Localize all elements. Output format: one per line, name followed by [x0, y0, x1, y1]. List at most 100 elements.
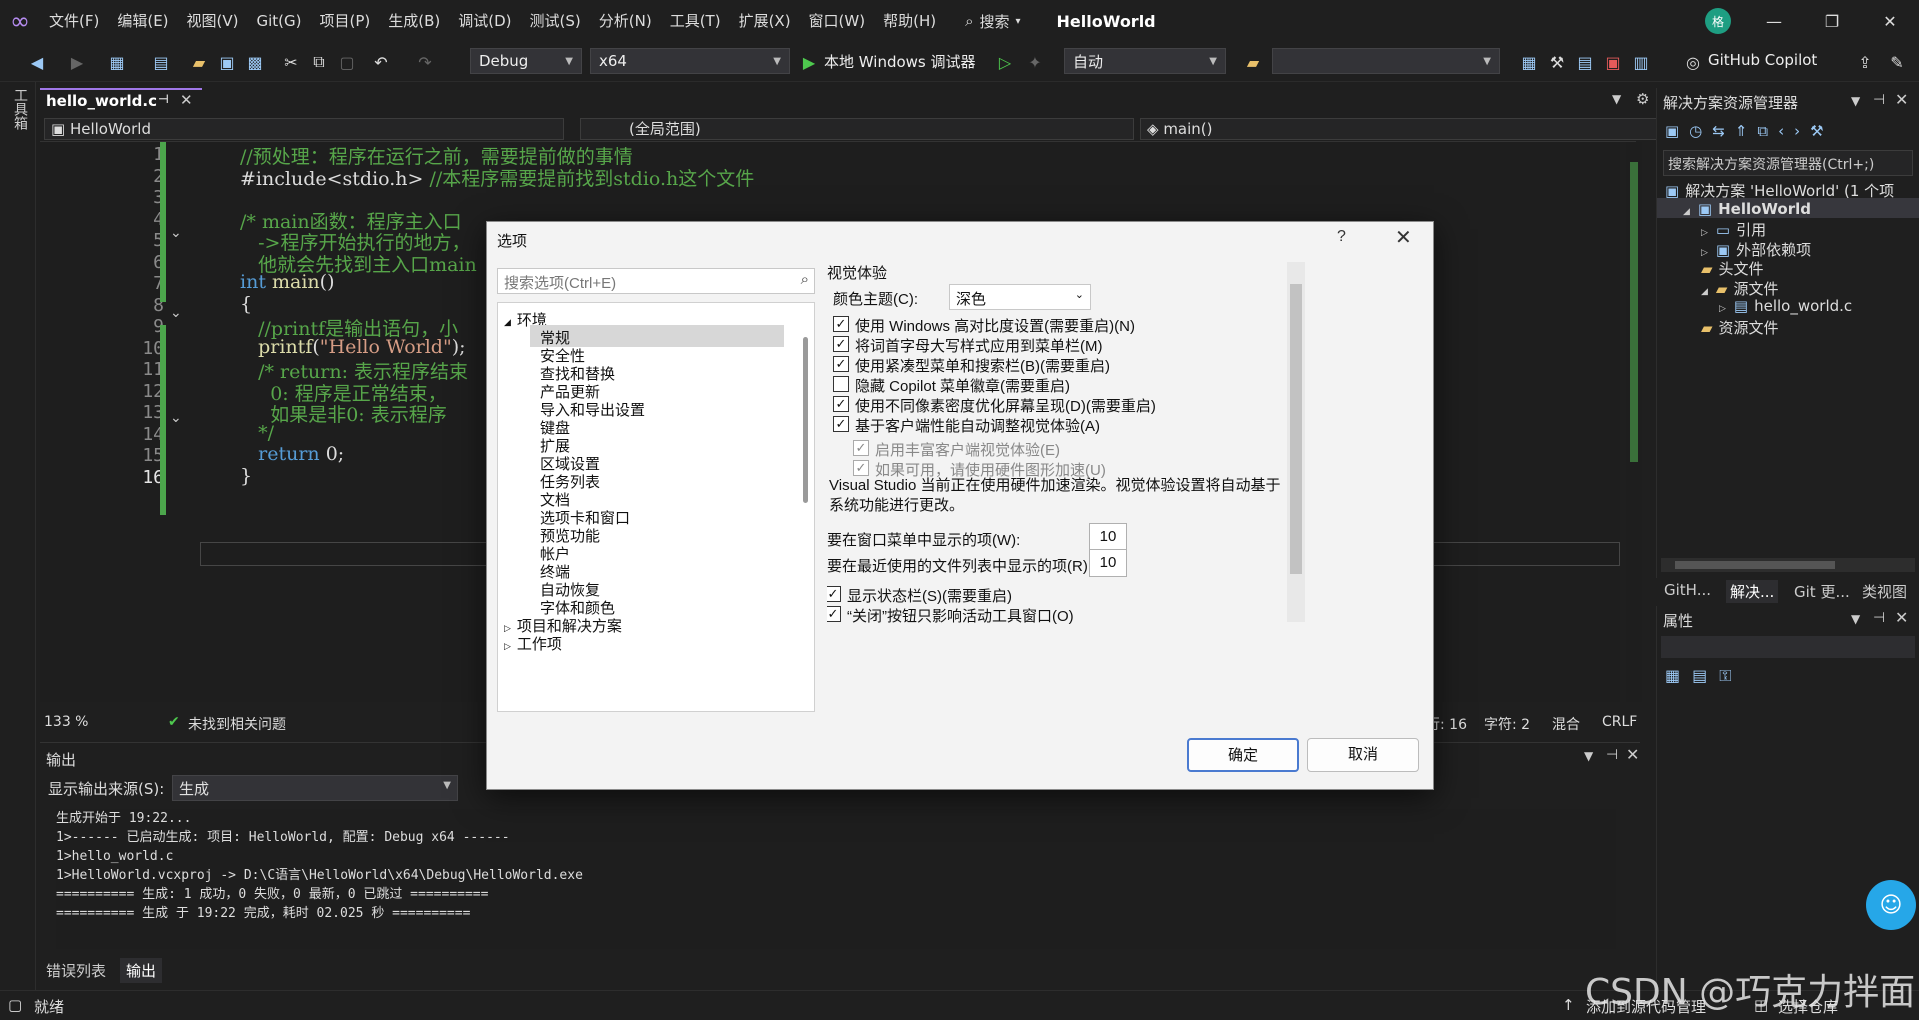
theme-select[interactable]: 深色 ⌄	[949, 284, 1091, 310]
member-dropdown[interactable]: ◈ main()	[1140, 118, 1660, 140]
char-info[interactable]: 字符: 2	[1484, 714, 1530, 734]
zoom-level[interactable]: 133 %	[44, 714, 88, 730]
collapse-icon[interactable]: ⌄	[170, 225, 182, 241]
panel-options-icon[interactable]: ▼	[1851, 94, 1860, 108]
wrench-icon[interactable]: ⚒	[1546, 51, 1568, 73]
tab-error-list[interactable]: 错误列表	[46, 960, 106, 981]
menu-item[interactable]: 调试(D)	[449, 0, 520, 42]
menu-item[interactable]: 帮助(H)	[874, 0, 945, 42]
platform-select[interactable]: x64 ▼	[590, 48, 790, 74]
checkbox[interactable]: ✓	[833, 396, 849, 412]
menu-item[interactable]: 窗口(W)	[800, 0, 875, 42]
expand-caret-icon[interactable]: ▷	[504, 623, 511, 633]
issues-status[interactable]: 未找到相关问题	[188, 714, 286, 734]
expand-caret-icon[interactable]: ▷	[1701, 228, 1708, 238]
menu-item[interactable]: 视图(V)	[178, 0, 248, 42]
scope-dropdown[interactable]: (全局范围)	[580, 118, 1134, 140]
help-button[interactable]: ?	[1337, 228, 1346, 246]
right-panel-tab[interactable]: Git 更...	[1790, 580, 1854, 603]
output-source-select[interactable]: 生成 ▼	[172, 775, 458, 801]
gear-icon[interactable]: ⚙	[1636, 90, 1649, 108]
checkbox[interactable]: ✓	[833, 336, 849, 352]
menu-item[interactable]: 编辑(E)	[108, 0, 177, 42]
checkbox[interactable]	[833, 376, 849, 392]
solution-tree-item[interactable]: ▷ ▤ hello_world.c	[1719, 297, 1852, 315]
expand-caret-icon[interactable]: ◢	[504, 317, 511, 327]
expand-caret-icon[interactable]: ◢	[1701, 287, 1708, 297]
avatar[interactable]: 格	[1705, 8, 1731, 34]
hot-reload-icon[interactable]: ✦	[1024, 51, 1046, 73]
options-tree-item[interactable]: ▷ 工作项	[504, 633, 562, 654]
back-icon[interactable]: ◀	[26, 51, 48, 73]
auto-select[interactable]: 自动 ▼	[1064, 48, 1226, 74]
expand-caret-icon[interactable]: ◢	[1683, 207, 1690, 217]
ok-button[interactable]: 确定	[1187, 738, 1299, 772]
tree-scrollbar[interactable]	[803, 337, 808, 503]
new-project-icon[interactable]: ▦	[106, 51, 128, 73]
tab-list-icon[interactable]: ▼	[1612, 92, 1621, 106]
close-dialog-button[interactable]: ✕	[1395, 225, 1412, 250]
undo-icon[interactable]: ↶	[370, 51, 392, 73]
collapse-icon[interactable]: ⌄	[170, 305, 182, 321]
expand-caret-icon[interactable]: ▷	[504, 641, 511, 651]
window-menu-count-input[interactable]: 10	[1089, 523, 1127, 551]
feedback-icon[interactable]: ✎	[1886, 51, 1908, 73]
solution-tree-item[interactable]: ◢ ▣ HelloWorld	[1683, 200, 1811, 218]
paste-icon[interactable]: ▢	[336, 51, 358, 73]
run-debugger-button[interactable]: 本地 Windows 调试器	[824, 51, 976, 72]
checkbox[interactable]: ✓	[827, 586, 841, 602]
menu-item[interactable]: 生成(B)	[379, 0, 449, 42]
start-debugging-icon[interactable]: ▶	[798, 51, 820, 73]
solution-tree-item[interactable]: ▰ 资源文件	[1701, 317, 1779, 338]
output-text[interactable]: 生成开始于 19:22... 1>------ 已启动生成: 项目: Hello…	[56, 809, 1616, 949]
start-without-debugging-icon[interactable]: ▷	[994, 51, 1016, 73]
whitespace-mode[interactable]: 混合	[1552, 714, 1580, 734]
notification-icon[interactable]: ▢	[8, 996, 22, 1014]
recent-files-count-input[interactable]: 10	[1089, 549, 1127, 577]
copilot-button[interactable]: GitHub Copilot	[1708, 51, 1817, 69]
menu-item[interactable]: 工具(T)	[661, 0, 730, 42]
save-icon[interactable]: ▣	[216, 51, 238, 73]
copy-icon[interactable]: ⧉	[308, 51, 330, 73]
menu-item[interactable]: Git(G)	[248, 0, 311, 42]
close-panel-icon[interactable]: ✕	[1895, 608, 1908, 627]
menu-item[interactable]: 测试(S)	[521, 0, 590, 42]
tab-hello-world-c[interactable]: hello_world.c ⊣ ✕	[40, 88, 202, 114]
cut-icon[interactable]: ✂	[280, 51, 302, 73]
pin-icon[interactable]: ⊣	[1873, 92, 1885, 108]
copilot-icon[interactable]: ◎	[1682, 51, 1704, 73]
cancel-button[interactable]: 取消	[1307, 738, 1419, 772]
collapse-icon[interactable]: ⌄	[170, 410, 182, 426]
right-panel-tab[interactable]: 类视图	[1858, 580, 1911, 603]
pin-icon[interactable]: ⊣	[1606, 747, 1618, 763]
toolbox-icon[interactable]: ▣	[1602, 51, 1624, 73]
pin-icon[interactable]: ⊣	[158, 92, 169, 106]
toolbox-tab[interactable]: 工具箱	[0, 82, 36, 990]
solution-toolbar[interactable]: ▣◷⇆⇑⧉‹›⚒	[1665, 122, 1834, 140]
right-panel-tab[interactable]: 解决...	[1726, 580, 1779, 603]
right-panel-tab[interactable]: GitH...	[1660, 580, 1715, 600]
solution-tree-item[interactable]: ◢ ▰ 源文件	[1701, 278, 1778, 299]
checkbox[interactable]: ✓	[833, 416, 849, 432]
restore-button[interactable]: ❐	[1803, 0, 1861, 42]
close-window-button[interactable]: ✕	[1861, 0, 1919, 42]
solution-tree-item[interactable]: ▷ ▣ 外部依赖项	[1701, 239, 1811, 260]
folder-icon[interactable]: ▰	[1242, 51, 1264, 73]
chat-assistant-icon[interactable]: ☺	[1866, 880, 1916, 930]
startup-item-select[interactable]: ▼	[1272, 48, 1500, 74]
panel-options-icon[interactable]: ▼	[1851, 612, 1860, 626]
search-button[interactable]: ⌕ 搜索 ▾	[965, 11, 1020, 32]
expand-caret-icon[interactable]: ▷	[1719, 304, 1726, 314]
properties-toolbar[interactable]: ▦▤⚿	[1665, 666, 1743, 686]
configuration-select[interactable]: Debug ▼	[470, 48, 582, 74]
save-all-icon[interactable]: ▩	[244, 51, 266, 73]
options-search-input[interactable]: 搜索选项(Ctrl+E) ⌕	[497, 268, 815, 294]
properties-object-select[interactable]	[1661, 636, 1915, 658]
horizontal-scrollbar[interactable]	[1661, 558, 1915, 572]
close-tab-icon[interactable]: ✕	[180, 91, 193, 109]
close-panel-icon[interactable]: ✕	[1626, 745, 1639, 764]
expand-caret-icon[interactable]: ▷	[1701, 248, 1708, 258]
checkbox[interactable]: ✓	[833, 356, 849, 372]
pin-icon[interactable]: ⊣	[1873, 610, 1885, 626]
tool-icon[interactable]: ▦	[1518, 51, 1540, 73]
